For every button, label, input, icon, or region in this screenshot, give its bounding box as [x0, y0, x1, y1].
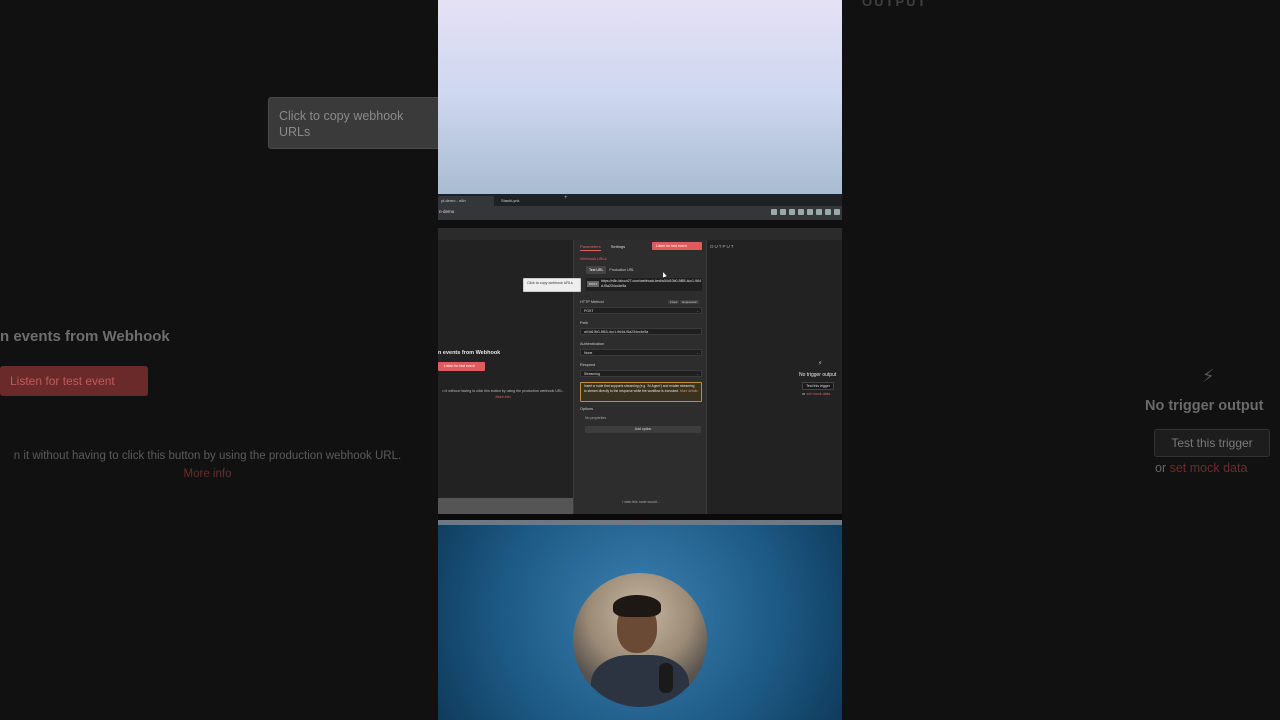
- video-frame: Click to copy webhook URLs n events from…: [0, 0, 1280, 720]
- browser-addressbar: n-demo: [438, 206, 842, 220]
- listen-test-event-button[interactable]: Listen for test event: [438, 362, 485, 371]
- background-output-label: OUTPUT: [862, 0, 928, 9]
- background-listen-button: Listen for test event: [0, 366, 148, 396]
- extension-icons: [771, 209, 840, 215]
- chevron-down-icon: ⌄: [696, 309, 699, 313]
- respond-value: Streaming: [584, 372, 600, 376]
- background-hint-link: More info: [183, 468, 232, 480]
- webhook-url-value[interactable]: https://n8n.falcon27.com/webhook-test/a0…: [601, 279, 701, 289]
- no-properties: No properties: [585, 416, 607, 420]
- param-tabs: Parameters Settings: [580, 244, 625, 251]
- address-text[interactable]: n-demo: [439, 209, 454, 214]
- set-mock-data-link[interactable]: set mock data: [806, 392, 830, 396]
- auth-value: None: [584, 351, 593, 355]
- webhook-url-box[interactable]: POST https://n8n.falcon27.com/webhook-te…: [586, 278, 702, 291]
- respond-label: Respond: [580, 363, 596, 367]
- or-text: or: [802, 392, 806, 396]
- extension-icon[interactable]: [825, 209, 831, 215]
- background-or: or: [1155, 461, 1167, 475]
- avatar-body: [591, 655, 689, 707]
- background-left: Click to copy webhook URLs n events from…: [0, 0, 438, 720]
- toggle-fixed[interactable]: Fixed: [668, 300, 680, 304]
- feedback-link[interactable]: I wish this node would...: [574, 500, 708, 504]
- new-tab-icon[interactable]: +: [564, 195, 568, 201]
- test-trigger-button[interactable]: Test this trigger: [802, 382, 834, 390]
- http-method-select[interactable]: POST ⌄: [580, 307, 702, 314]
- fixed-expression-toggle: Fixed Expression: [668, 300, 700, 304]
- input-pane-footer: [438, 498, 573, 514]
- extension-icon[interactable]: [807, 209, 813, 215]
- star-icon[interactable]: [771, 209, 777, 215]
- browser-tabbar: yt-demo - n8n StashLynk +: [438, 194, 842, 206]
- options-label: Options: [580, 407, 594, 411]
- extension-icon[interactable]: [816, 209, 822, 215]
- no-trigger-output: No trigger output: [799, 372, 837, 378]
- input-hint-text: n it without having to click this button…: [442, 389, 564, 393]
- path-input[interactable]: a04d10b0-5f63-4cc1-964d-f5a234cc4e5a: [580, 328, 702, 335]
- presenter-avatar: [573, 573, 707, 707]
- share-icon[interactable]: [780, 209, 786, 215]
- parameters-pane: Parameters Settings Listen for test even…: [573, 240, 707, 514]
- webcam-area: [438, 525, 842, 720]
- background-right: OUTPUT ⚡ No trigger output Test this tri…: [842, 0, 1280, 720]
- background-no-trigger: No trigger output: [1145, 398, 1264, 414]
- listen-test-event-header-button[interactable]: Listen for test event: [652, 242, 702, 250]
- background-listen-label: Listen for test event: [10, 374, 115, 388]
- add-option-button[interactable]: Add option: [585, 426, 701, 433]
- background-hint: n it without having to click this button…: [0, 447, 415, 483]
- notice-more-details-link[interactable]: More details: [680, 389, 698, 393]
- http-method-value: POST: [584, 309, 594, 313]
- url-method-badge: POST: [587, 281, 599, 287]
- background-title: n events from Webhook: [0, 328, 170, 345]
- background-test-trigger: Test this trigger: [1154, 429, 1270, 457]
- tab-parameters[interactable]: Parameters: [580, 244, 601, 251]
- toggle-test-url[interactable]: Test URL: [586, 266, 607, 274]
- toggle-expression[interactable]: Expression: [680, 300, 700, 304]
- auth-label: Authentication: [580, 342, 605, 346]
- app-top-strip: [438, 228, 842, 240]
- browser-tab-stashlynk[interactable]: StashLynk: [498, 196, 554, 206]
- avatar-hair: [613, 595, 661, 617]
- profile-icon[interactable]: [834, 209, 840, 215]
- background-hint-text: n it without having to click this button…: [13, 450, 402, 462]
- input-hint: n it without having to click this button…: [438, 388, 568, 400]
- output-pane: OUTPUT ⚡ No trigger output Test this tri…: [707, 240, 842, 514]
- sky-backdrop: [438, 0, 842, 194]
- webhook-urls-label[interactable]: Webhook URLs: [580, 257, 607, 261]
- input-title: n events from Webhook: [438, 350, 501, 356]
- notice-text: Insert a node that supports streaming (e…: [584, 384, 695, 393]
- toggle-production-url[interactable]: Production URL: [606, 266, 637, 274]
- browser-tab-n8n[interactable]: yt-demo - n8n: [438, 196, 494, 206]
- streaming-notice: Insert a node that supports streaming (e…: [580, 382, 702, 402]
- url-toggle: Test URL Production URL: [586, 266, 637, 274]
- output-label: OUTPUT: [710, 244, 735, 249]
- center-column: yt-demo - n8n StashLynk + n-demo n event…: [438, 0, 842, 720]
- background-mock-link: set mock data: [1169, 461, 1248, 475]
- http-method-label: HTTP Method: [580, 300, 604, 304]
- copy-url-tooltip: Click to copy webhook URLs: [523, 278, 581, 292]
- background-tooltip: Click to copy webhook URLs: [268, 97, 438, 149]
- app-gap: [438, 220, 842, 228]
- bolt-icon: ⚡: [818, 361, 823, 367]
- mock-data: or set mock data: [802, 392, 830, 396]
- respond-select[interactable]: Streaming ⌄: [580, 370, 702, 377]
- auth-select[interactable]: None ⌄: [580, 349, 702, 356]
- chevron-down-icon: ⌄: [696, 372, 699, 376]
- path-label: Path: [580, 321, 588, 325]
- tab-settings[interactable]: Settings: [611, 244, 625, 251]
- background-bolt-icon: ⚡: [1202, 366, 1215, 386]
- chevron-down-icon: ⌄: [696, 351, 699, 355]
- extension-icon[interactable]: [789, 209, 795, 215]
- more-info-link[interactable]: More info: [496, 395, 511, 399]
- microphone-icon: [659, 663, 673, 693]
- background-mock: or set mock data: [1155, 461, 1247, 475]
- extension-icon[interactable]: [798, 209, 804, 215]
